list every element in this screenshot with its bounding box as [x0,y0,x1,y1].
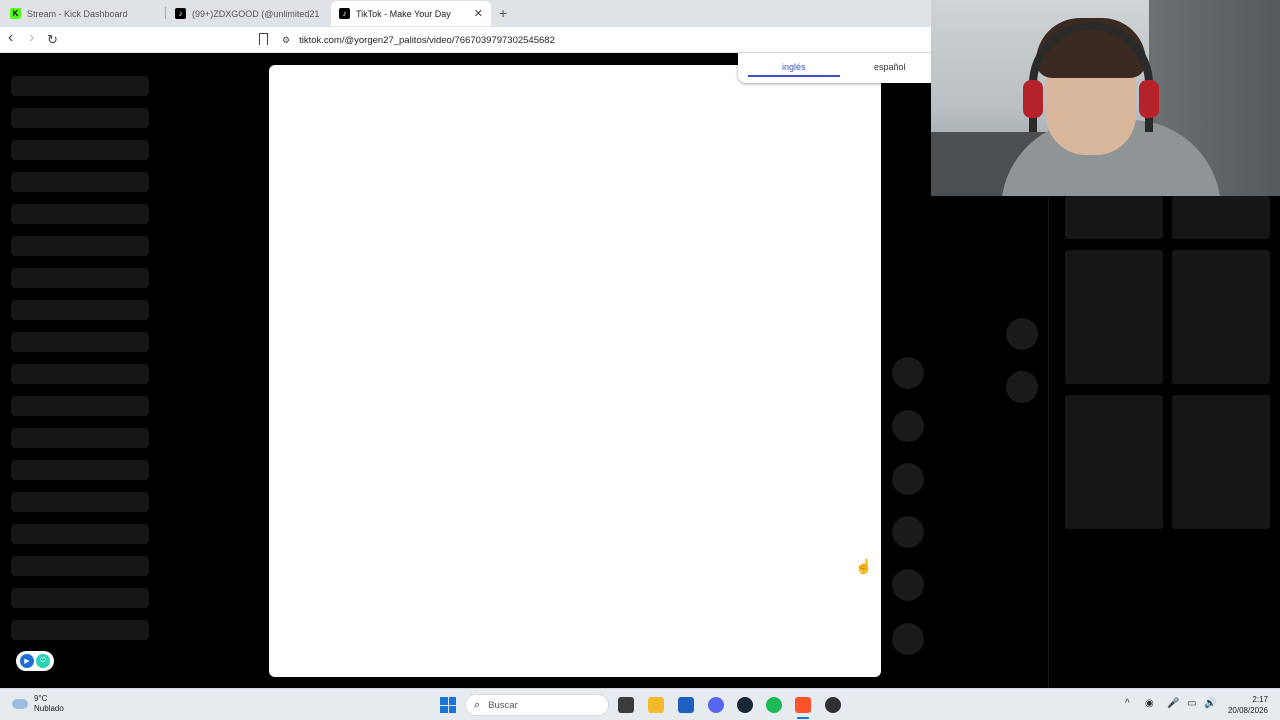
clock[interactable]: 2:17 20/08/2026 [1222,694,1268,716]
skeleton-item [11,76,149,96]
action-button-skeleton[interactable] [892,463,924,495]
skeleton-item [11,300,149,320]
headset-earcup [1023,80,1043,118]
grid-tile-skeleton [1172,196,1270,239]
url-field[interactable]: ⚙ tiktok.com/@yorgen27_palitos/video/766… [282,31,942,49]
action-button-skeleton[interactable] [892,516,924,548]
reload-button[interactable]: ↻ [47,32,58,48]
skeleton-item [11,524,149,544]
microphone-icon[interactable]: 🎤 [1167,698,1179,709]
skeleton-item [11,620,149,640]
steam-icon[interactable] [737,697,753,713]
action-button-skeleton[interactable] [892,623,924,655]
obs-icon[interactable] [825,697,841,713]
action-button-skeleton[interactable] [892,410,924,442]
url-text: tiktok.com/@yorgen27_palitos/video/76670… [299,34,555,46]
skeleton-item [11,204,149,224]
file-explorer-icon[interactable] [618,697,634,713]
skeleton-item [11,428,149,448]
weather-widget[interactable]: 9°C Nublado [12,694,64,714]
translate-option-source[interactable]: inglés [782,62,806,72]
tab-tiktok-profile[interactable]: ♪ (99+)ZDXGOOD (@unlimited2144) | [167,1,327,26]
forward-button[interactable]: › [29,29,34,47]
network-icon[interactable]: ◉ [1145,698,1154,709]
grid-tile-skeleton [1172,250,1270,384]
extension-widget[interactable]: ▶ ⏻ [16,651,54,671]
skeleton-item [11,332,149,352]
cloud-icon [12,699,28,709]
translate-option-target[interactable]: español [874,62,906,72]
close-tab-icon[interactable]: ✕ [474,7,483,20]
translate-popup: inglés español [738,53,931,83]
search-icon: ⌕ [474,698,481,711]
selected-underline [748,75,840,77]
tab-separator [165,7,166,19]
store-icon[interactable] [678,697,694,713]
brave-icon[interactable] [795,697,811,713]
chevron-up-icon[interactable]: ^ [1125,698,1130,709]
back-button[interactable]: ‹ [8,29,13,47]
skeleton-item [11,492,149,512]
grid-tile-skeleton [1065,250,1163,384]
nav-down-skeleton[interactable] [1006,371,1038,403]
video-player[interactable] [269,65,881,677]
display-icon[interactable]: ▭ [1187,698,1196,709]
skeleton-item [11,236,149,256]
column-divider [1048,196,1049,688]
skeleton-item [11,364,149,384]
action-button-skeleton[interactable] [892,357,924,389]
skeleton-item [11,108,149,128]
spotify-icon[interactable] [766,697,782,713]
tab-tiktok-video[interactable]: ♪ TikTok - Make Your Day ✕ [331,1,491,26]
tab-title: TikTok - Make Your Day [356,8,451,19]
weather-condition: Nublado [34,704,64,713]
skeleton-item [11,172,149,192]
kick-icon: K [10,8,21,19]
grid-tile-skeleton [1065,395,1163,529]
discord-icon[interactable] [708,697,724,713]
skeleton-item [11,460,149,480]
tab-title: Stream - Kick Dashboard [27,8,128,19]
search-placeholder: Buscar [488,699,518,711]
site-settings-icon[interactable]: ⚙ [282,35,290,46]
skeleton-item [11,556,149,576]
skeleton-item [11,396,149,416]
taskbar-search[interactable]: ⌕ Buscar [465,694,609,716]
tab-title: (99+)ZDXGOOD (@unlimited2144) | [192,8,319,19]
power-icon[interactable]: ⏻ [36,654,50,668]
hand-cursor-icon: ☝ [855,558,873,574]
volume-icon[interactable]: 🔊 [1204,698,1216,709]
active-app-indicator [797,717,809,719]
tiktok-icon: ♪ [339,8,350,19]
clock-date: 20/08/2026 [1227,706,1268,715]
skeleton-item [11,268,149,288]
tab-kick-dashboard[interactable]: K Stream - Kick Dashboard [2,1,162,26]
weather-temp: 9°C [34,694,48,703]
clock-time: 2:17 [1252,695,1268,704]
new-tab-button[interactable]: + [499,5,507,21]
folder-icon[interactable] [648,697,664,713]
action-button-skeleton[interactable] [892,569,924,601]
tiktok-icon: ♪ [175,8,186,19]
nav-up-skeleton[interactable] [1006,318,1038,350]
grid-tile-skeleton [1172,395,1270,529]
webcam-overlay [931,0,1280,196]
skeleton-item [11,588,149,608]
grid-tile-skeleton [1065,196,1163,239]
bookmark-icon[interactable] [259,33,268,45]
play-icon[interactable]: ▶ [20,654,34,668]
skeleton-item [11,140,149,160]
windows-taskbar: 9°C Nublado ⌕ Buscar ^ ◉ 🎤 ▭ 🔊 2:17 20/0… [0,688,1280,720]
start-icon[interactable] [440,697,456,713]
headset-earcup [1139,80,1159,118]
